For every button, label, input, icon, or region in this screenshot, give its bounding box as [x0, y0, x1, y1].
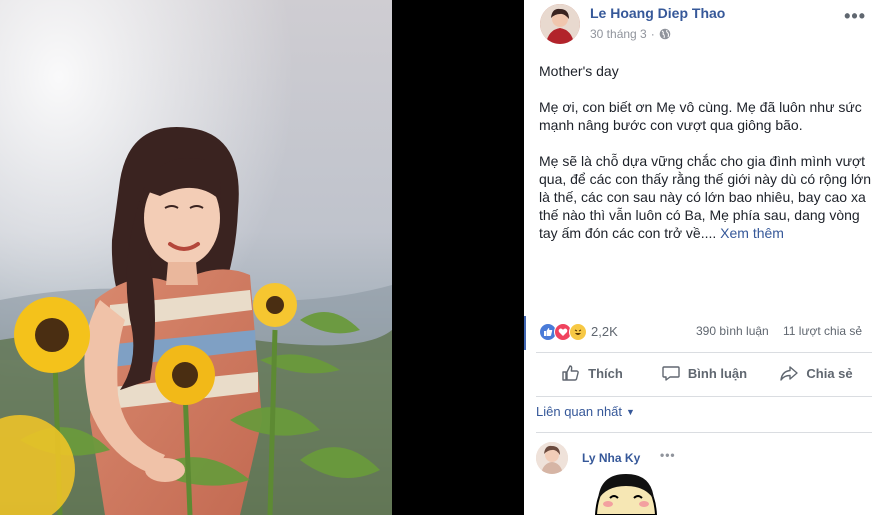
comment-icon — [662, 366, 680, 381]
comment-button[interactable]: Bình luận — [648, 354, 760, 392]
share-button[interactable]: Chia sẻ — [760, 354, 872, 392]
post-photo[interactable] — [0, 0, 392, 515]
caret-down-icon: ▼ — [626, 406, 635, 417]
divider — [536, 432, 872, 433]
post-text: Mother's day Mẹ ơi, con biết ơn Mẹ vô cù… — [539, 62, 875, 242]
commenter-name-link[interactable]: Ly Nha Ky — [582, 451, 640, 465]
post-paragraph-text: Mẹ sẽ là chỗ dựa vững chắc cho gia đình … — [539, 153, 872, 241]
comment-count-link[interactable]: 390 bình luận — [696, 324, 769, 338]
meta-separator: · — [650, 27, 655, 41]
post-paragraph: Mẹ sẽ là chỗ dựa vững chắc cho gia đình … — [539, 152, 875, 242]
commenter-avatar[interactable] — [536, 442, 568, 474]
photo-viewer — [0, 0, 524, 515]
post-header: Le Hoang Diep Thao 30 tháng 3 · ••• — [524, 0, 884, 50]
author-avatar[interactable] — [540, 4, 580, 44]
reaction-icons[interactable] — [539, 323, 587, 341]
see-more-link[interactable]: Xem thêm — [720, 225, 784, 241]
like-label: Thích — [588, 365, 623, 381]
sticker-image — [586, 470, 666, 515]
reaction-count[interactable]: 2,2K — [591, 324, 618, 339]
author-name-link[interactable]: Le Hoang Diep Thao — [590, 5, 725, 21]
like-button[interactable]: Thích — [536, 354, 648, 392]
share-label: Chia sẻ — [806, 365, 853, 381]
comment-options-icon[interactable]: ••• — [660, 448, 676, 462]
divider — [536, 352, 872, 353]
thumbs-up-icon — [562, 365, 579, 381]
comment-sort-dropdown[interactable]: Liên quan nhất ▼ — [536, 404, 635, 419]
divider — [536, 396, 872, 397]
post-date[interactable]: 30 tháng 3 — [590, 27, 647, 41]
post-options-icon[interactable]: ••• — [844, 6, 866, 27]
post-actions: Thích Bình luận Chia sẻ — [536, 354, 872, 392]
post-panel: Le Hoang Diep Thao 30 tháng 3 · ••• Moth… — [524, 0, 884, 515]
post-meta: 30 tháng 3 · — [590, 27, 671, 41]
photo-woman-sunflowers — [0, 0, 392, 515]
comment-label: Bình luận — [687, 365, 748, 381]
sort-label: Liên quan nhất — [536, 404, 623, 419]
post-paragraph: Mẹ ơi, con biết ơn Mẹ vô cùng. Mẹ đã luô… — [539, 99, 862, 133]
share-count-link[interactable]: 11 lượt chia sẻ — [783, 324, 862, 338]
globe-icon[interactable] — [659, 28, 671, 40]
post-paragraph: Mother's day — [539, 63, 619, 79]
reactions-summary: 2,2K 390 bình luận 11 lượt chia sẻ — [524, 316, 884, 350]
share-arrow-icon — [780, 366, 799, 381]
haha-reaction-icon — [569, 323, 587, 341]
